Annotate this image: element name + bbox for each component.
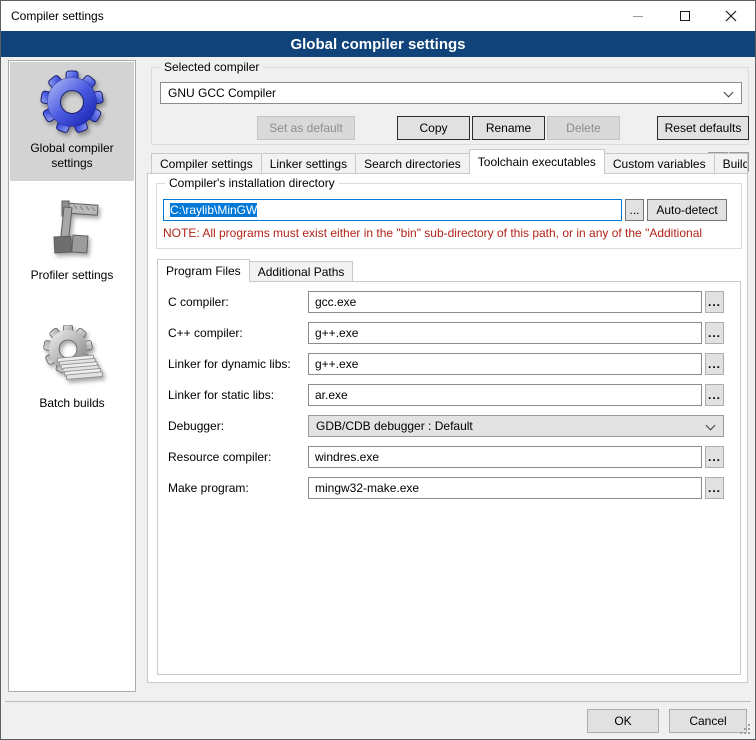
sidebar-item-label: Batch builds <box>39 396 104 411</box>
compiler-select-value: GNU GCC Compiler <box>168 86 276 100</box>
banner-title: Global compiler settings <box>290 36 465 53</box>
rename-button[interactable]: Rename <box>472 116 545 140</box>
minimize-icon <box>633 16 643 17</box>
gray-gear-stack-icon <box>40 325 104 389</box>
maximize-icon <box>680 11 690 21</box>
dialog-banner: Global compiler settings <box>1 31 755 57</box>
make-program-input[interactable] <box>308 477 702 499</box>
group-label: Selected compiler <box>160 60 263 74</box>
program-files-page: C compiler: ... C++ compiler: ... Linker… <box>157 281 741 675</box>
group-label: Compiler's installation directory <box>165 176 339 190</box>
browse-c-compiler-button[interactable]: ... <box>705 291 724 313</box>
sidebar-item-label: Global compiler settings <box>12 141 132 171</box>
browse-linker-dynamic-button[interactable]: ... <box>705 353 724 375</box>
c-compiler-input[interactable] <box>308 291 702 313</box>
tab-toolchain-executables[interactable]: Toolchain executables <box>469 149 605 174</box>
titlebar: Compiler settings <box>1 1 755 31</box>
tab-custom-variables[interactable]: Custom variables <box>604 153 715 174</box>
browse-cpp-compiler-button[interactable]: ... <box>705 322 724 344</box>
copy-button[interactable]: Copy <box>397 116 470 140</box>
field-label-resource-compiler: Resource compiler: <box>168 446 271 468</box>
tab-search-directories[interactable]: Search directories <box>355 153 470 174</box>
tab-additional-paths[interactable]: Additional Paths <box>249 261 354 282</box>
tab-compiler-settings[interactable]: Compiler settings <box>151 153 262 174</box>
set-as-default-button: Set as default <box>257 116 355 140</box>
auto-detect-button[interactable]: Auto-detect <box>647 199 727 221</box>
tab-program-files[interactable]: Program Files <box>157 259 250 282</box>
browse-directory-button[interactable]: ... <box>625 199 644 221</box>
selected-text: C:\raylib\MinGW <box>170 203 257 217</box>
browse-resource-compiler-button[interactable]: ... <box>705 446 724 468</box>
sidebar-item-global-compiler-settings[interactable]: Global compiler settings <box>10 62 134 181</box>
minimize-button[interactable] <box>615 1 661 31</box>
footer-divider <box>5 701 751 702</box>
blue-gear-icon <box>40 70 104 134</box>
toolchain-executables-page: Compiler's installation directory C:\ray… <box>147 173 748 683</box>
sidebar-item-profiler-settings[interactable]: Profiler settings <box>9 189 135 293</box>
compiler-settings-dialog: Compiler settings Global compiler settin… <box>0 0 756 740</box>
installation-directory-group: Compiler's installation directory C:\ray… <box>156 183 742 249</box>
sidebar-item-batch-builds[interactable]: Batch builds <box>9 317 135 421</box>
close-button[interactable] <box>708 1 754 31</box>
linker-dynamic-input[interactable] <box>308 353 702 375</box>
tab-linker-settings[interactable]: Linker settings <box>261 153 356 174</box>
linker-static-input[interactable] <box>308 384 702 406</box>
browse-make-program-button[interactable]: ... <box>705 477 724 499</box>
installation-directory-input[interactable]: C:\raylib\MinGW <box>163 199 622 221</box>
cancel-button[interactable]: Cancel <box>669 709 747 733</box>
settings-tabstrip: Compiler settings Linker settings Search… <box>151 149 748 174</box>
chevron-down-icon <box>706 421 716 431</box>
window-title: Compiler settings <box>11 9 104 23</box>
field-label-linker-static: Linker for static libs: <box>168 384 274 406</box>
field-label-linker-dynamic: Linker for dynamic libs: <box>168 353 291 375</box>
reset-defaults-button[interactable]: Reset defaults <box>657 116 749 140</box>
tab-build-options[interactable]: Build options <box>714 153 748 174</box>
note-text: NOTE: All programs must exist either in … <box>163 226 741 240</box>
settings-sidebar: Global compiler settings Profiler settin… <box>8 60 136 692</box>
field-label-c-compiler: C compiler: <box>168 291 229 313</box>
resize-grip[interactable] <box>740 724 750 734</box>
cpp-compiler-input[interactable] <box>308 322 702 344</box>
resource-compiler-input[interactable] <box>308 446 702 468</box>
field-label-debugger: Debugger: <box>168 415 224 437</box>
delete-button: Delete <box>547 116 620 140</box>
selected-compiler-group: Selected compiler GNU GCC Compiler Set a… <box>151 67 749 145</box>
debugger-select-value: GDB/CDB debugger : Default <box>316 419 473 433</box>
program-files-tabstrip: Program Files Additional Paths <box>157 259 353 282</box>
debugger-select[interactable]: GDB/CDB debugger : Default <box>308 415 724 437</box>
field-label-cpp-compiler: C++ compiler: <box>168 322 243 344</box>
ok-button[interactable]: OK <box>587 709 659 733</box>
caliper-icon <box>40 197 104 261</box>
compiler-select[interactable]: GNU GCC Compiler <box>160 82 742 104</box>
browse-linker-static-button[interactable]: ... <box>705 384 724 406</box>
maximize-button[interactable] <box>662 1 708 31</box>
field-label-make-program: Make program: <box>168 477 249 499</box>
chevron-down-icon <box>724 88 734 98</box>
close-icon <box>725 10 737 22</box>
sidebar-item-label: Profiler settings <box>31 268 114 283</box>
